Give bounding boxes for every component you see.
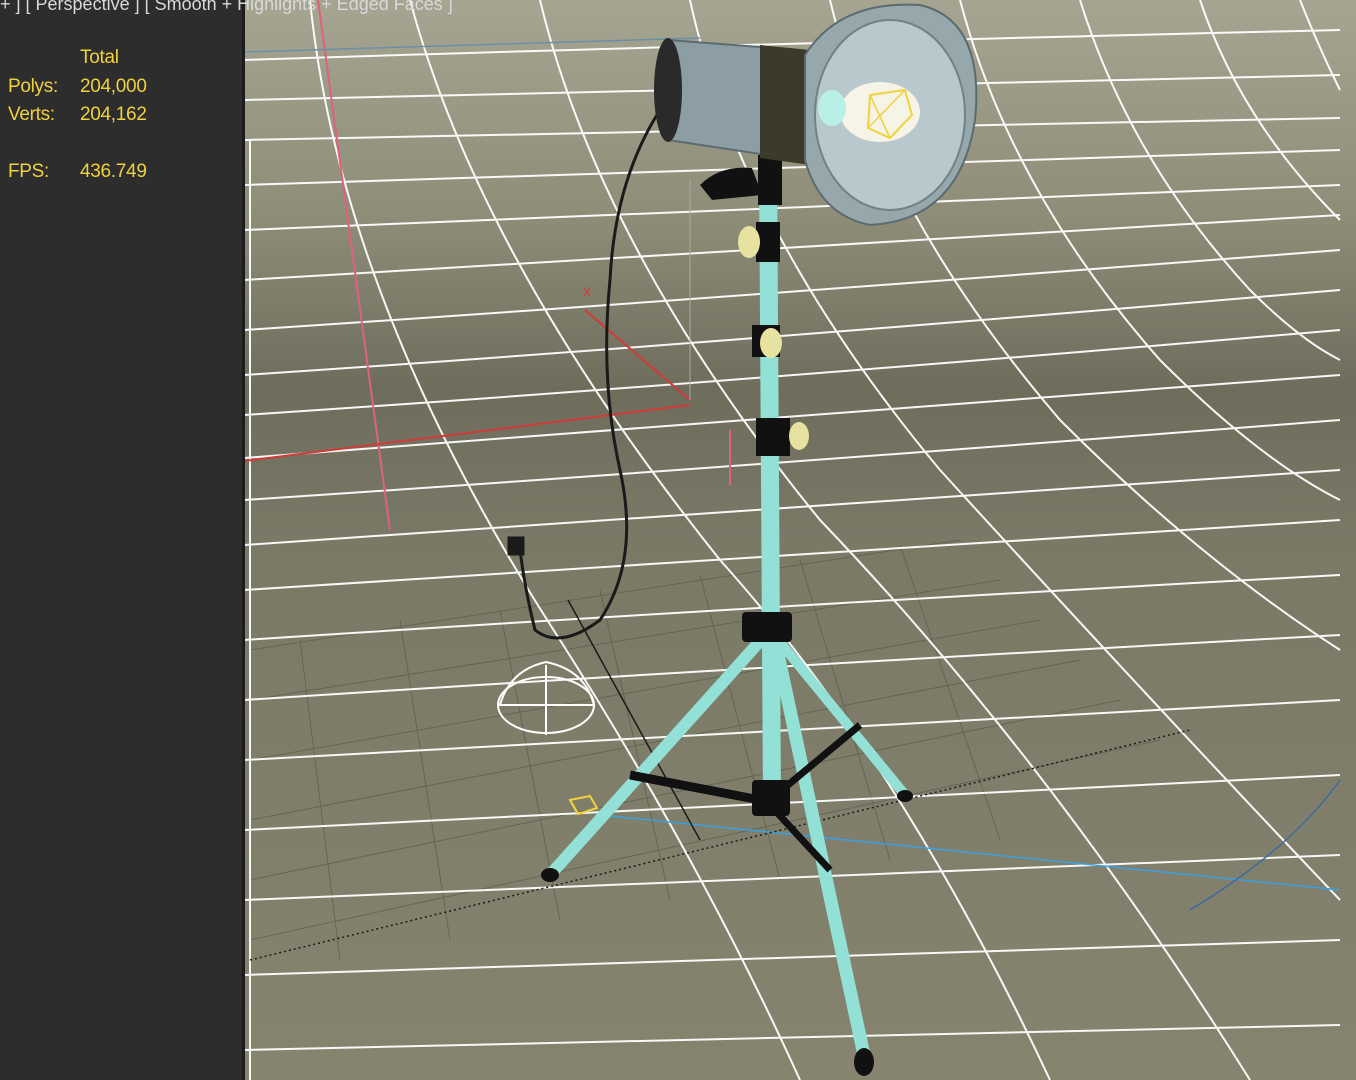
verts-value: 204,162 — [80, 104, 147, 125]
viewport-plus-menu[interactable]: + ] — [0, 0, 21, 14]
polys-label: Polys: — [8, 76, 58, 97]
x-axis-label: x — [583, 283, 591, 300]
viewport-divider — [242, 0, 245, 1080]
fps-value: 436.749 — [80, 161, 147, 182]
viewport-pov-menu[interactable]: [ Perspective ] — [26, 0, 140, 14]
max-app: x y — [0, 0, 1356, 1080]
scene-canvas[interactable]: x y — [244, 0, 1356, 1080]
viewport-label: + ] [ Perspective ] [ Smooth + Highlight… — [0, 0, 453, 15]
viewport-shading-menu[interactable]: [ Smooth + Highlights + Edged Faces ] — [145, 0, 453, 14]
verts-label: Verts: — [8, 104, 55, 125]
stats-header: Total — [80, 47, 119, 68]
perspective-viewport[interactable]: x y — [244, 0, 1356, 1080]
fps-label: FPS: — [8, 161, 50, 182]
polys-value: 204,000 — [80, 76, 147, 97]
